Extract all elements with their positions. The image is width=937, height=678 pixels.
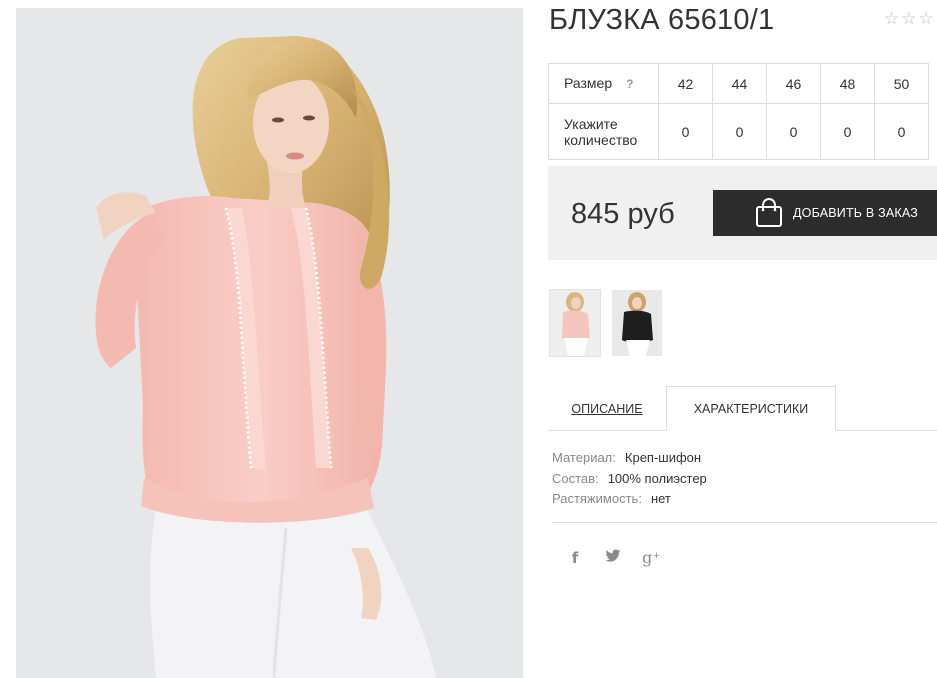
quantity-input-44[interactable]: 0 (712, 103, 767, 160)
buy-panel: 845 руб ДОБАВИТЬ В ЗАКАЗ (548, 166, 937, 260)
social-share: f g⁺ (566, 548, 661, 567)
tab-description[interactable]: ОПИСАНИЕ (548, 386, 666, 431)
characteristic-value: нет (650, 491, 671, 506)
characteristics-list: Материал: Креп-шифон Состав: 100% полиэс… (552, 448, 707, 510)
quantity-input-42[interactable]: 0 (658, 103, 713, 160)
product-title: БЛУЗКА 65610/1 (549, 4, 775, 36)
product-main-image[interactable] (16, 8, 523, 678)
shopping-bag-icon (755, 198, 783, 228)
quantity-label: Укажите количество (548, 103, 659, 160)
google-plus-icon[interactable]: g⁺ (642, 548, 661, 567)
quantity-input-48[interactable]: 0 (820, 103, 875, 160)
rating-stars[interactable]: ☆ ☆ ☆ (884, 10, 934, 27)
size-46: 46 (766, 63, 821, 104)
characteristic-key: Растяжимость: (552, 491, 642, 506)
size-44: 44 (712, 63, 767, 104)
characteristic-key: Состав: (552, 470, 599, 486)
divider (552, 522, 937, 523)
characteristic-row: Состав: 100% полиэстер (552, 469, 707, 490)
quantity-row: Укажите количество 0 0 0 0 0 (548, 103, 929, 160)
tab-characteristics[interactable]: ХАРАКТЕРИСТИКИ (666, 386, 836, 431)
quantity-input-46[interactable]: 0 (766, 103, 821, 160)
size-50: 50 (874, 63, 929, 104)
product-price: 845 руб (571, 198, 675, 230)
size-label-cell: Размер? (548, 63, 659, 104)
characteristic-key: Материал: (552, 450, 616, 465)
product-tabs: ОПИСАНИЕ ХАРАКТЕРИСТИКИ (548, 386, 937, 431)
star-icon[interactable]: ☆ (901, 10, 916, 27)
characteristic-value: 100% полиэстер (607, 470, 707, 486)
size-help-icon[interactable]: ? (626, 76, 633, 92)
add-to-order-button[interactable]: ДОБАВИТЬ В ЗАКАЗ (713, 190, 937, 236)
characteristic-row: Растяжимость: нет (552, 489, 707, 510)
characteristic-value: Креп-шифон (624, 450, 702, 465)
thumbnail-pink-blouse[interactable] (549, 289, 601, 357)
add-to-order-label: ДОБАВИТЬ В ЗАКАЗ (793, 206, 919, 220)
size-quantity-table: Размер? 42 44 46 48 50 Укажите количеств… (548, 63, 929, 160)
star-icon[interactable]: ☆ (884, 10, 899, 27)
size-label: Размер (564, 75, 613, 91)
characteristic-row: Материал: Креп-шифон (552, 448, 707, 469)
size-row: Размер? 42 44 46 48 50 (548, 63, 929, 104)
size-42: 42 (658, 63, 713, 104)
size-48: 48 (820, 63, 875, 104)
thumbnail-black-blouse[interactable] (612, 290, 662, 356)
facebook-icon[interactable]: f (566, 549, 584, 567)
twitter-icon[interactable] (604, 549, 622, 567)
quantity-input-50[interactable]: 0 (874, 103, 929, 160)
star-icon[interactable]: ☆ (919, 10, 934, 27)
